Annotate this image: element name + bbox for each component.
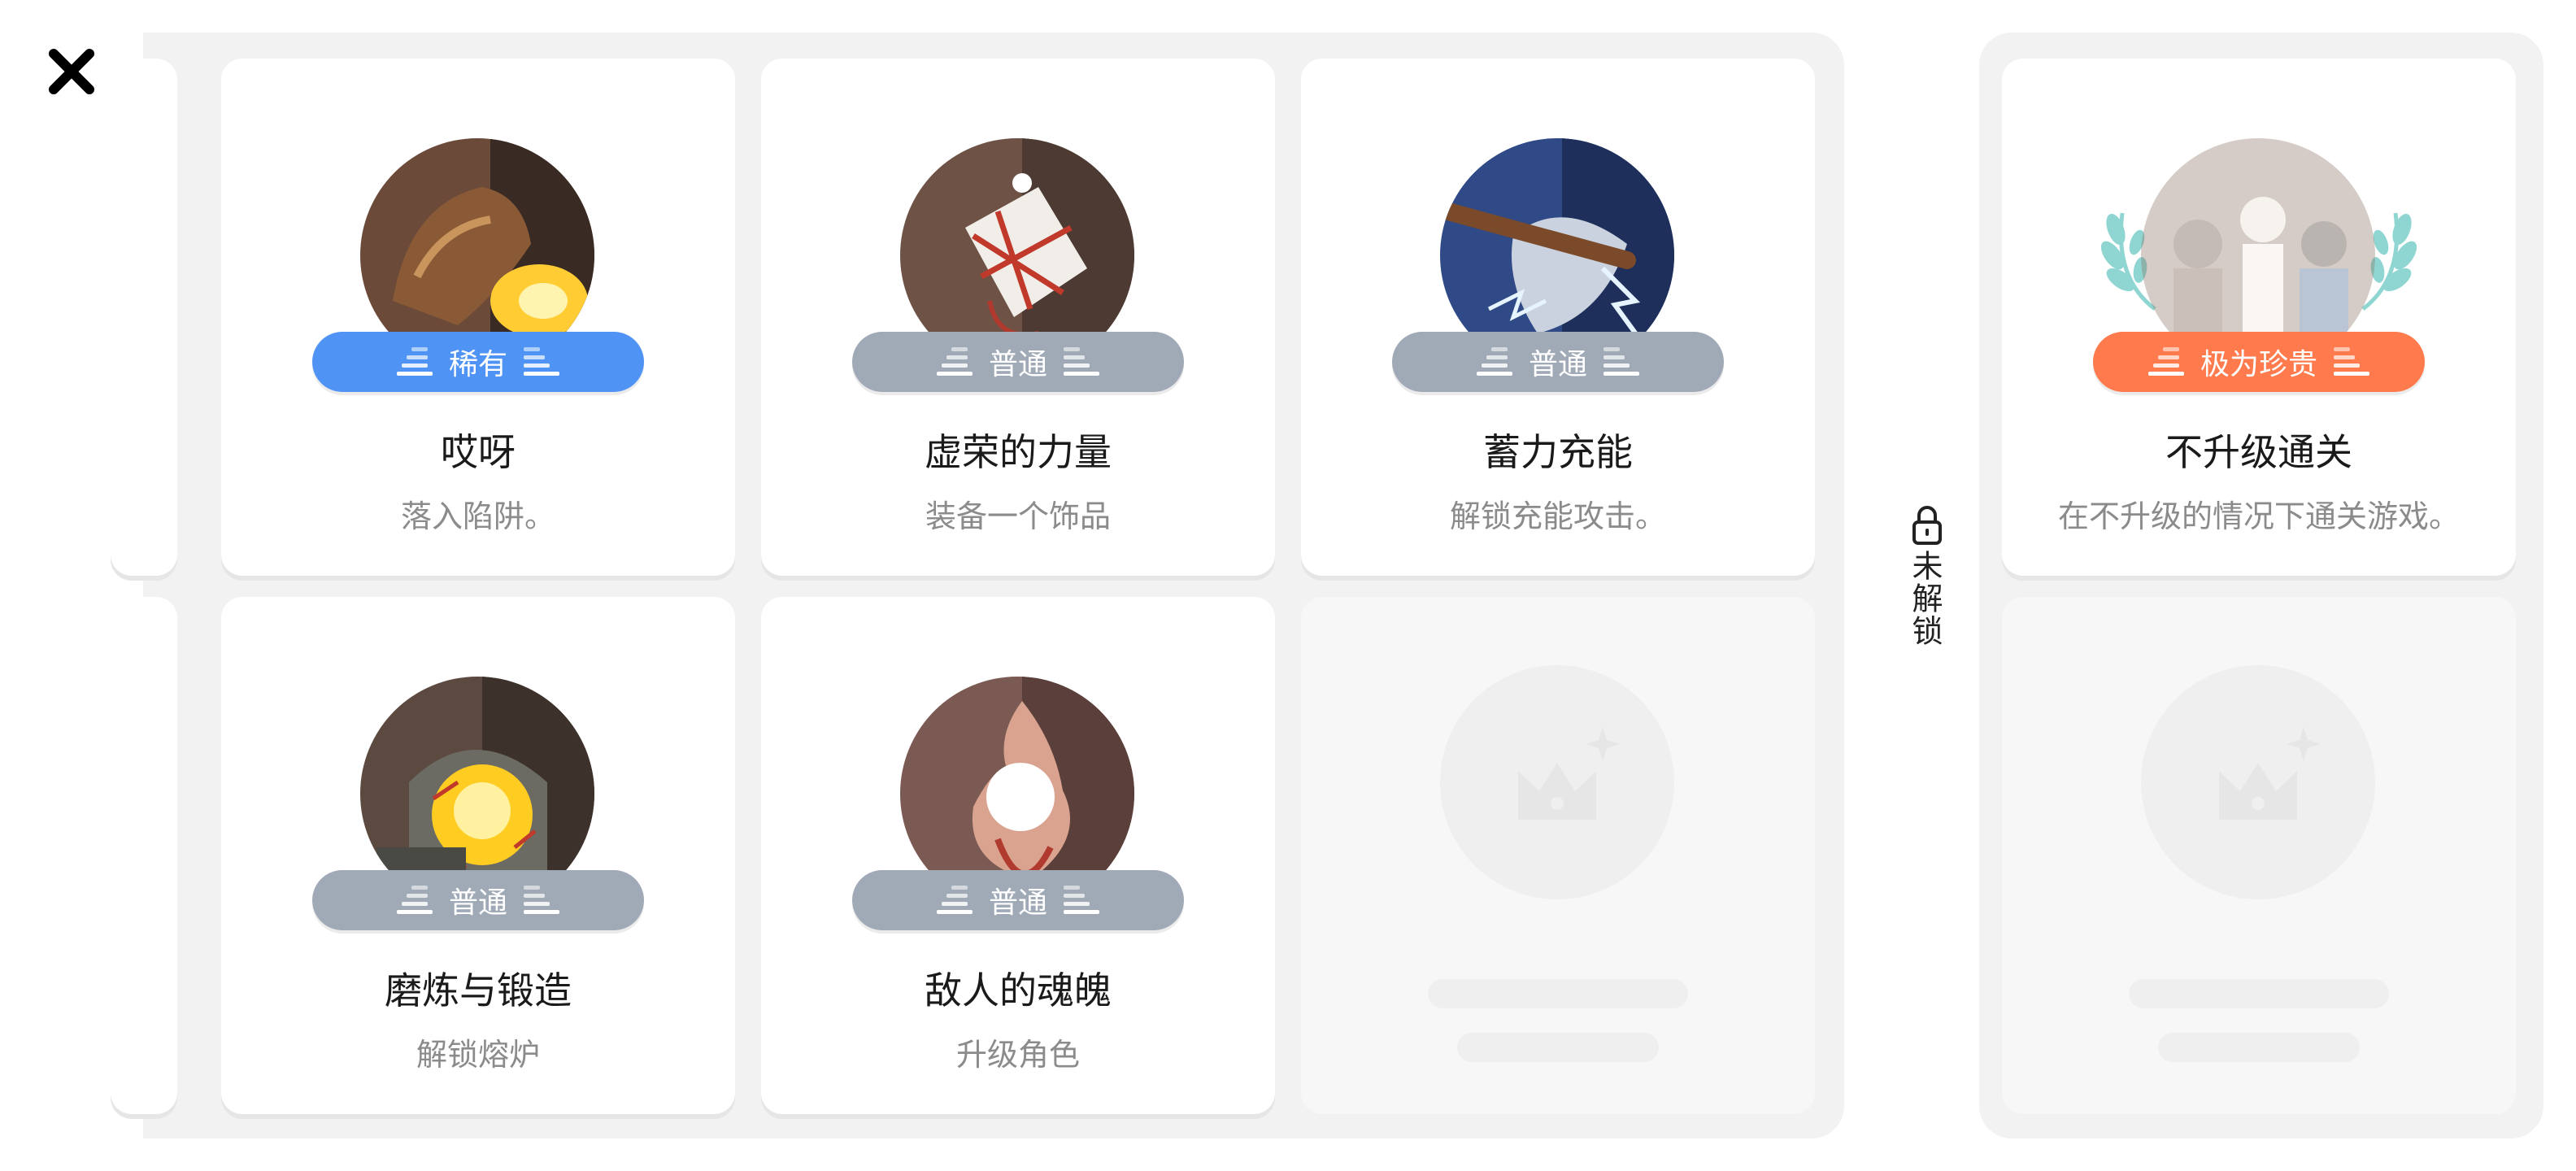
rarity-label: 普通 [988, 886, 1047, 920]
achievement-description: 在不升级的情况下通关游戏。 [2057, 498, 2460, 534]
rarity-badge: 普通 [852, 332, 1184, 392]
badge-stripes-icon [522, 884, 561, 916]
locked-achievements-panel: 极为珍贵 不升级通关 在不升级的情况下通关游戏。 [1979, 33, 2543, 1138]
achievement-title: 敌人的魂魄 [925, 969, 1112, 1012]
achievement-card[interactable]: 普通 虚荣的力量 装备一个饰品 [761, 59, 1275, 576]
achievement-description: 解锁熔炉 [416, 1037, 540, 1073]
rarity-badge: 普通 [852, 870, 1184, 930]
badge-stripes-icon [1062, 346, 1101, 378]
achievement-description: 升级角色 [955, 1037, 1080, 1073]
badge-stripes-icon [522, 346, 561, 378]
badge-stripes-icon [1475, 346, 1514, 378]
achievement-card[interactable]: 普通 蓄力充能 解锁充能攻击。 [1301, 59, 1815, 576]
badge-stripes-icon [935, 884, 974, 916]
badge-stripes-icon [1602, 346, 1641, 378]
placeholder-title-bar [2129, 979, 2389, 1008]
lock-icon [1912, 506, 1942, 545]
achievement-title: 磨炼与锻造 [385, 969, 572, 1012]
achievement-card[interactable]: 普通 磨炼与锻造 解锁熔炉 [221, 597, 735, 1114]
achievement-card[interactable]: 极为珍贵 不升级通关 在不升级的情况下通关游戏。 [2002, 59, 2516, 576]
rarity-badge: 普通 [312, 870, 644, 930]
rarity-badge: 普通 [1392, 332, 1724, 392]
close-button[interactable] [46, 46, 98, 98]
achievement-description: 落入陷阱。 [400, 498, 555, 534]
placeholder-desc-bar [2158, 1033, 2360, 1062]
crown-icon [2219, 727, 2321, 820]
achievement-card[interactable]: 普通 敌人的魂魄 升级角色 [761, 597, 1275, 1114]
achievement-title: 哎呀 [441, 430, 516, 474]
achievement-placeholder-card [2002, 597, 2516, 1114]
achievement-card[interactable]: 稀有 哎呀 落入陷阱。 [221, 59, 735, 576]
placeholder-medal [2141, 665, 2375, 899]
unlocked-achievements-panel: 稀有 哎呀 落入陷阱。 普通 虚荣的力量 装备一个饰品 普通 蓄力充能 解锁充能… [111, 33, 1844, 1138]
achievement-card-partial[interactable] [111, 597, 177, 1114]
rarity-label: 普通 [1528, 348, 1587, 381]
rarity-badge: 稀有 [312, 332, 644, 392]
rarity-label: 普通 [988, 348, 1047, 381]
locked-label-text: 未解锁 [1907, 550, 1943, 647]
placeholder-medal [1440, 665, 1674, 899]
achievement-description: 装备一个饰品 [925, 498, 1111, 534]
badge-stripes-icon [2147, 346, 2186, 378]
achievement-title: 不升级通关 [2165, 430, 2352, 474]
achievement-title: 蓄力充能 [1483, 430, 1633, 474]
badge-stripes-icon [395, 346, 434, 378]
rarity-label: 稀有 [448, 348, 507, 381]
crown-icon [1518, 727, 1620, 820]
rarity-badge: 极为珍贵 [2093, 332, 2425, 392]
achievement-title: 虚荣的力量 [925, 430, 1112, 474]
rarity-label: 极为珍贵 [2200, 348, 2317, 381]
badge-stripes-icon [395, 884, 434, 916]
achievement-card-partial[interactable] [111, 59, 177, 576]
placeholder-desc-bar [1457, 1033, 1659, 1062]
badge-stripes-icon [2332, 346, 2371, 378]
achievement-description: 解锁充能攻击。 [1449, 498, 1666, 534]
achievement-placeholder-card [1301, 597, 1815, 1114]
close-icon [49, 49, 94, 94]
placeholder-title-bar [1428, 979, 1688, 1008]
badge-stripes-icon [935, 346, 974, 378]
badge-stripes-icon [1062, 884, 1101, 916]
rarity-label: 普通 [448, 886, 507, 920]
locked-section-label: 未解锁 [1903, 504, 1952, 647]
